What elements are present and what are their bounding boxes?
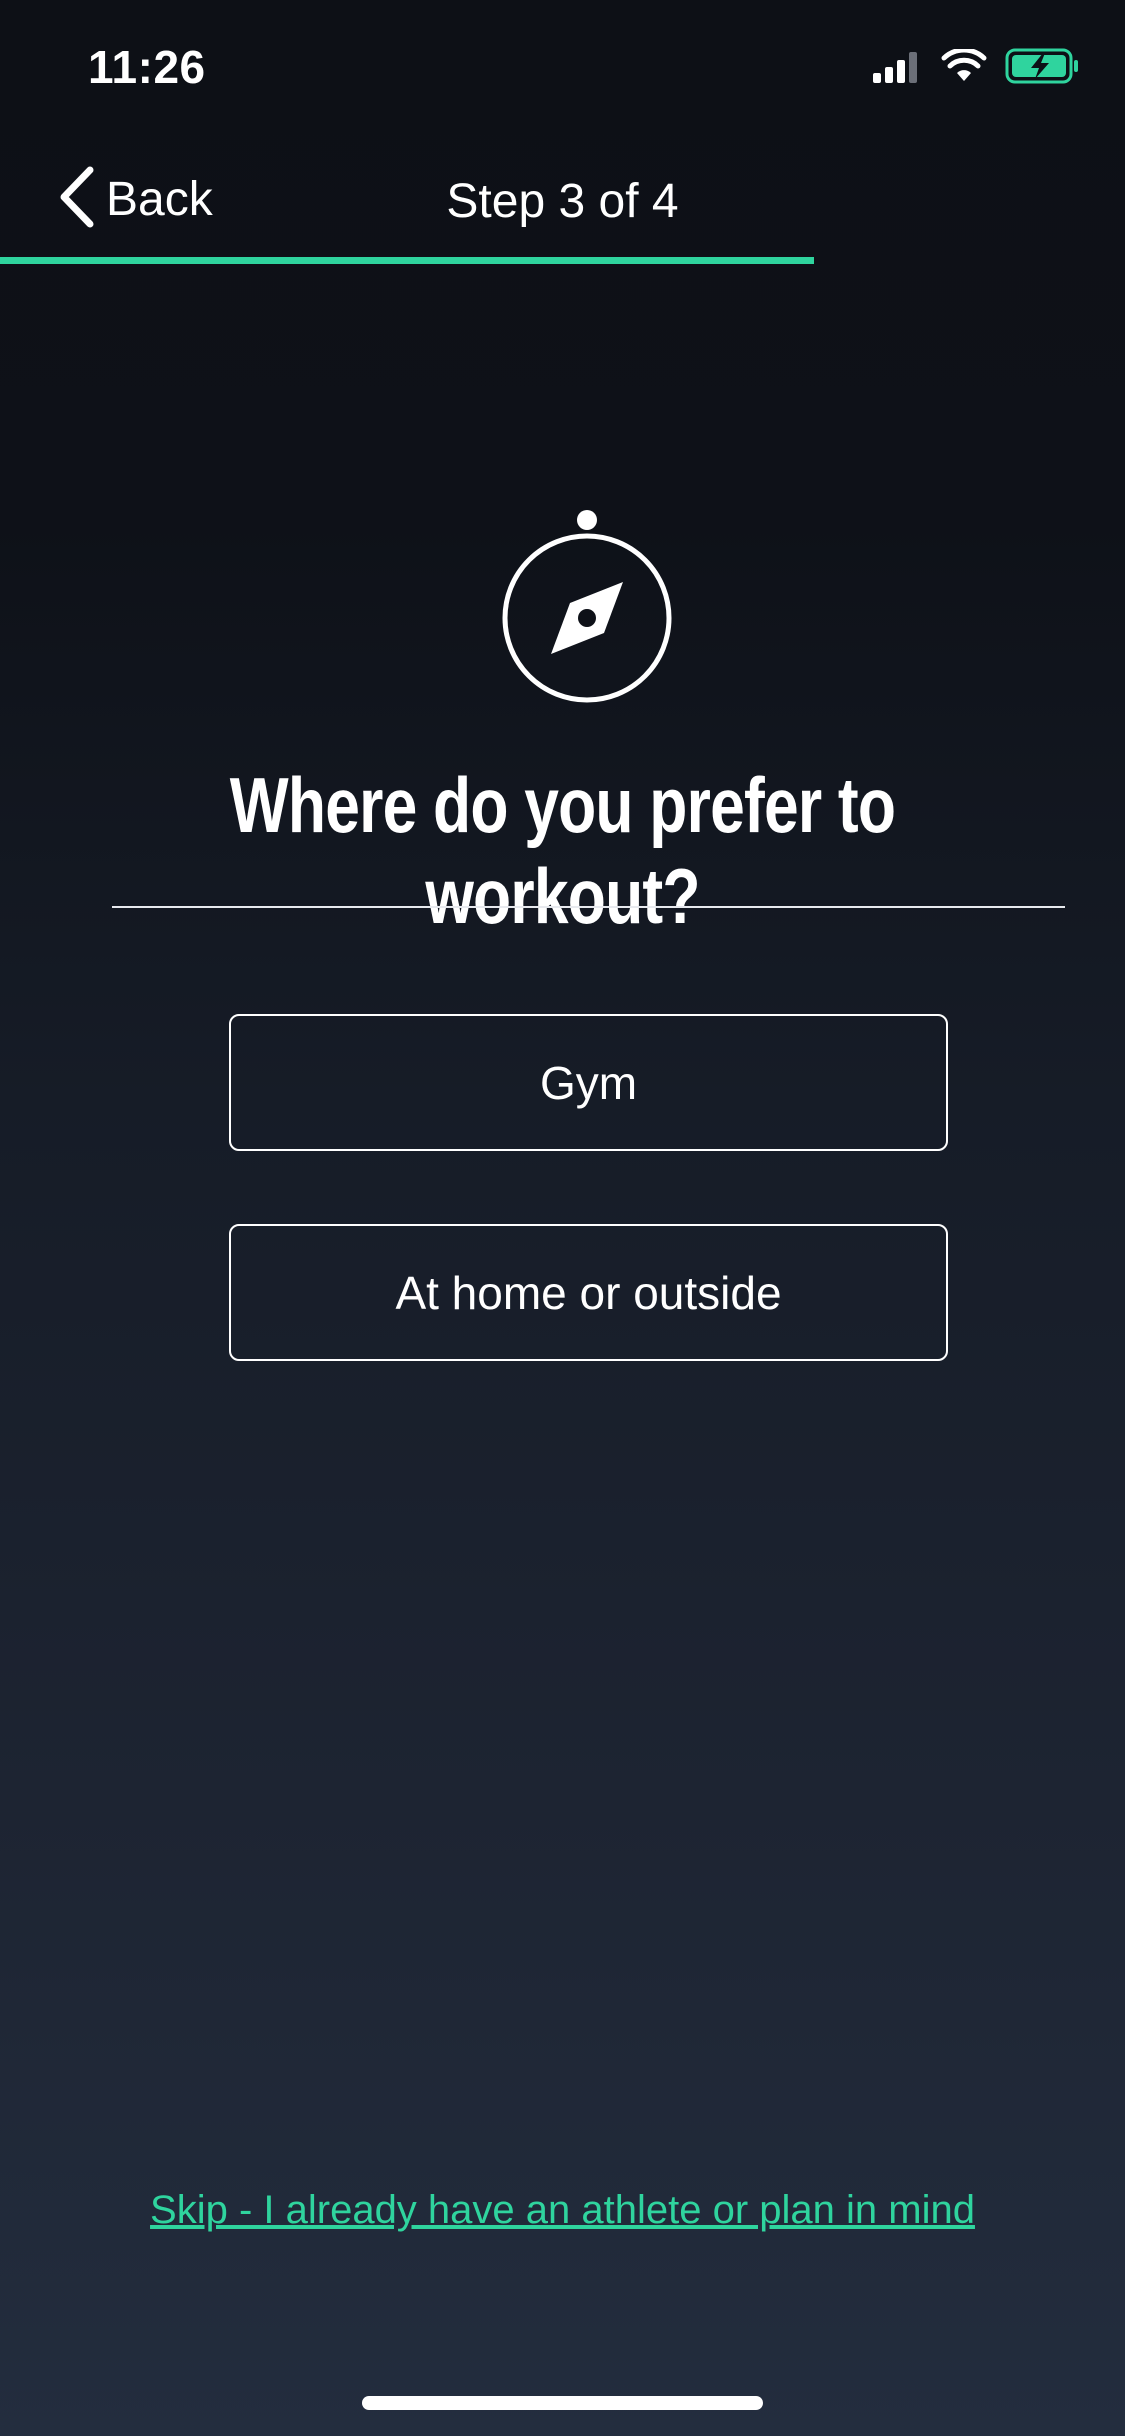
option-gym-label: Gym (539, 1056, 638, 1109)
status-time: 11:26 (88, 41, 206, 93)
battery-charging-icon (1005, 47, 1081, 90)
question-heading: Where do you prefer to workout? (229, 761, 896, 940)
progress-fill (0, 257, 815, 264)
cellular-signal-icon (871, 49, 923, 88)
status-icons (871, 47, 1081, 90)
home-indicator (362, 2396, 763, 2410)
compass-icon (500, 508, 674, 704)
nav-bar: Back Step 3 of 4 (0, 150, 1125, 260)
option-home-label: At home or outside (395, 1266, 782, 1319)
step-title: Step 3 of 4 (446, 175, 679, 228)
skip-link[interactable]: Skip - I already have an athlete or plan… (0, 2188, 1125, 2233)
wifi-icon (941, 47, 987, 88)
divider (112, 906, 1065, 908)
option-gym-button[interactable]: Gym (229, 1014, 948, 1151)
status-bar: 11:26 (0, 0, 1125, 132)
progress-bar (0, 257, 1125, 264)
option-home-or-outside-button[interactable]: At home or outside (229, 1224, 948, 1361)
